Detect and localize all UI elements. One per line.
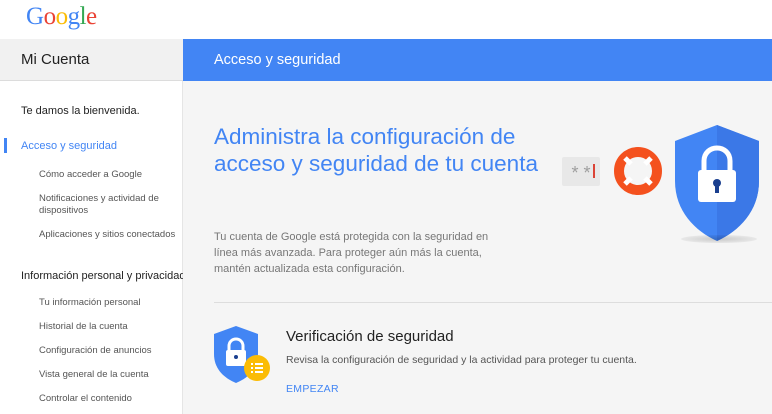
nav-item-connected-apps[interactable]: Aplicaciones y sitios conectados [39, 229, 179, 241]
page-title: Acceso y seguridad [214, 52, 341, 68]
sidebar: Mi Cuenta Te damos la bienvenida. Acceso… [0, 39, 185, 414]
nav-item-personal-info[interactable]: Tu información personal [39, 297, 179, 309]
logo-letter: o [55, 3, 69, 30]
nav-item-control-content[interactable]: Controlar el contenido [39, 393, 179, 405]
nav-item-notifications[interactable]: Notificaciones y actividad de dispositiv… [39, 193, 179, 217]
cursor-mark [593, 164, 595, 178]
hero-title: Administra la configuración de acceso y … [214, 124, 538, 176]
checkup-description: Revisa la configuración de seguridad y l… [286, 354, 637, 366]
start-button[interactable]: EMPEZAR [286, 383, 339, 395]
nav-item-sign-in[interactable]: Cómo acceder a Google [39, 169, 179, 181]
nav-item-ad-settings[interactable]: Configuración de anuncios [39, 345, 179, 357]
logo-letter: e [86, 3, 97, 30]
main-header: Acceso y seguridad [183, 39, 772, 81]
logo-letter: o [43, 3, 57, 30]
logo-letter: g [67, 3, 81, 30]
shield-lock-icon [675, 125, 759, 241]
security-checkup-shield-icon [214, 326, 270, 383]
password-mask: * * [571, 163, 591, 183]
main-content: Acceso y seguridad Administra la configu… [183, 39, 772, 414]
app-root: Google Mi Cuenta Te damos la bienvenida.… [0, 0, 772, 414]
sidebar-header: Mi Cuenta [0, 39, 183, 81]
google-logo[interactable]: Google [26, 3, 97, 31]
nav-item-account-history[interactable]: Historial de la cuenta [39, 321, 179, 333]
shield-shadow [681, 235, 757, 243]
checkup-title: Verificación de seguridad [286, 328, 454, 345]
nav-section-security[interactable]: Acceso y seguridad [21, 140, 117, 152]
nav-section-personal-info[interactable]: Información personal y privacidad [21, 270, 185, 282]
hero-description: Tu cuenta de Google está protegida con l… [214, 231, 489, 275]
nav-welcome[interactable]: Te damos la bienvenida. [21, 105, 140, 117]
sidebar-title[interactable]: Mi Cuenta [21, 51, 89, 68]
divider [214, 302, 772, 303]
logo-letter: G [26, 3, 44, 30]
top-bar: Google [0, 0, 772, 39]
active-indicator [4, 138, 7, 153]
password-field-icon: * * [562, 157, 600, 186]
nav-item-account-overview[interactable]: Vista general de la cuenta [39, 369, 179, 381]
lifebuoy-icon [614, 147, 662, 195]
